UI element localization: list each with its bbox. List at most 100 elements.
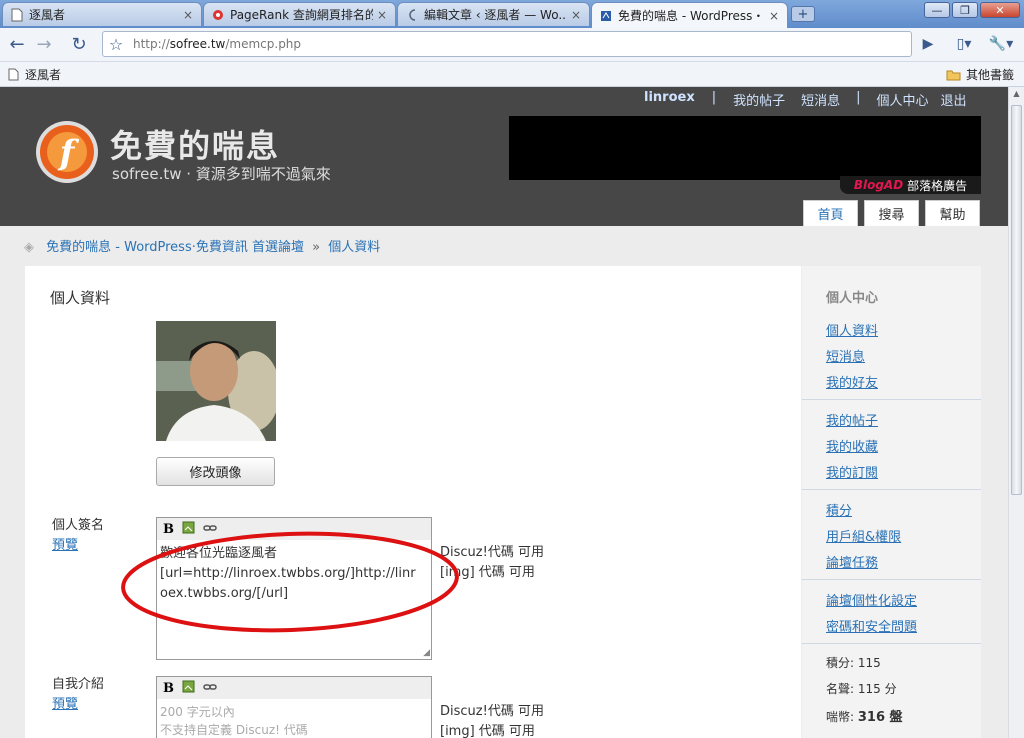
blogad-label[interactable]: BlogAD 部落格廣告 bbox=[840, 176, 981, 194]
sidebar-item-favorites[interactable]: 我的收藏 bbox=[826, 436, 878, 455]
intro-placeholder: 不支持自定義 Discuz! 代碼 bbox=[160, 723, 308, 737]
sidebar-title: 個人中心 bbox=[826, 291, 879, 306]
signature-preview-link[interactable]: 預覽 bbox=[52, 534, 78, 553]
ad-banner[interactable] bbox=[509, 116, 981, 180]
nav-separator: | bbox=[856, 90, 861, 105]
other-bookmarks[interactable]: 其他書籤 bbox=[946, 66, 1014, 83]
sidebar-item-security[interactable]: 密碼和安全問題 bbox=[826, 616, 917, 635]
link-icon[interactable] bbox=[203, 681, 217, 695]
stat-reputation: 名聲: 115 分 bbox=[826, 680, 897, 697]
logout-link[interactable]: 退出 bbox=[941, 90, 967, 109]
browser-tab-3[interactable]: 編輯文章 ‹ 逐風者 — Wo... × bbox=[397, 2, 590, 26]
address-bar[interactable]: http://sofree.tw/memcp.php bbox=[102, 31, 912, 57]
sidebar-divider bbox=[802, 489, 981, 490]
url-scheme: http:// bbox=[133, 37, 170, 51]
user-center-sidebar: 個人中心 個人資料 短消息 我的好友 我的帖子 我的收藏 我的訂閱 積分 用戶組… bbox=[802, 266, 981, 738]
intro-textarea[interactable]: 200 字元以內 不支持自定義 Discuz! 代碼 bbox=[157, 699, 431, 738]
browser-tab-4[interactable]: 免費的喘息 - WordPress・... × bbox=[591, 2, 788, 28]
red-highlight-ellipse bbox=[121, 531, 459, 633]
close-window-button[interactable]: ✕ bbox=[980, 2, 1020, 18]
page-icon bbox=[8, 68, 19, 81]
tab-title: 免費的喘息 - WordPress・... bbox=[618, 9, 765, 23]
intro-placeholder: 200 字元以內 bbox=[160, 705, 235, 719]
reload-icon[interactable]: ↻ bbox=[67, 32, 91, 56]
editor-toolbar: B bbox=[157, 677, 431, 699]
go-icon[interactable]: ▶ bbox=[916, 32, 940, 56]
maximize-button[interactable]: ❐ bbox=[952, 2, 978, 18]
tab-strip: 逐風者 × PageRank 查詢網頁排名的... × 編輯文章 ‹ 逐風者 —… bbox=[0, 0, 1024, 28]
stat-value: 115 bbox=[857, 656, 881, 670]
sidebar-item-tasks[interactable]: 論壇任務 bbox=[826, 552, 878, 571]
stat-label: 喘幣: bbox=[826, 710, 855, 724]
page-scrollbar[interactable]: ▲ bbox=[1008, 87, 1024, 738]
tab-close-icon[interactable]: × bbox=[769, 9, 779, 23]
scroll-up-icon[interactable]: ▲ bbox=[1011, 89, 1022, 100]
browser-toolbar: ← → ↻ http://sofree.tw/memcp.php ☆ ▶ ▯▾ … bbox=[0, 28, 1024, 62]
url-host: sofree.tw bbox=[169, 37, 226, 51]
sidebar-item-usergroup[interactable]: 用戶組&權限 bbox=[826, 526, 901, 545]
discuz-code-hint: Discuz!代碼 可用 bbox=[440, 704, 544, 719]
resize-handle-icon[interactable]: ◢ bbox=[423, 648, 430, 658]
intro-label: 自我介紹 bbox=[52, 677, 105, 692]
tab-close-icon[interactable]: × bbox=[183, 8, 193, 22]
browser-tab-2[interactable]: PageRank 查詢網頁排名的... × bbox=[203, 2, 396, 26]
messages-link[interactable]: 短消息 bbox=[801, 90, 840, 109]
sidebar-item-personalize[interactable]: 論壇個性化設定 bbox=[826, 590, 917, 609]
page-title: 個人資料 bbox=[50, 289, 111, 307]
stat-value: 316 盤 bbox=[857, 710, 903, 725]
loading-icon bbox=[409, 8, 416, 21]
tab-title: PageRank 查詢網頁排名的... bbox=[230, 8, 373, 22]
url-path: /memcp.php bbox=[225, 37, 302, 51]
sidebar-divider bbox=[802, 399, 981, 400]
intro-preview-link[interactable]: 預覽 bbox=[52, 693, 78, 712]
other-bookmarks-label: 其他書籤 bbox=[966, 68, 1015, 82]
nav-tab-search[interactable]: 搜尋 bbox=[864, 200, 919, 226]
profile-panel: 個人資料 修改頭像 個人簽名 預覽 B 歡迎各位光臨逐風者 [url=http:… bbox=[25, 266, 801, 738]
tab-close-icon[interactable]: × bbox=[571, 8, 581, 22]
username-link[interactable]: linroex bbox=[644, 90, 695, 109]
breadcrumb: ◈ 免費的喘息 - WordPress·免費資訊 首選論壇 » 個人資料 bbox=[24, 236, 380, 255]
stat-value: 115 分 bbox=[857, 682, 897, 696]
bookmark-star-icon[interactable]: ☆ bbox=[104, 32, 128, 56]
user-center-link[interactable]: 個人中心 bbox=[877, 90, 929, 109]
folder-icon bbox=[946, 70, 961, 80]
sidebar-item-subscriptions[interactable]: 我的訂閱 bbox=[826, 462, 878, 481]
img-code-hint: [img] 代碼 可用 bbox=[440, 724, 535, 738]
sidebar-item-my-posts[interactable]: 我的帖子 bbox=[826, 410, 878, 429]
tab-title: 編輯文章 ‹ 逐風者 — Wo... bbox=[424, 8, 567, 22]
minimize-button[interactable]: — bbox=[924, 2, 950, 18]
nav-tab-home[interactable]: 首頁 bbox=[803, 200, 858, 226]
back-icon[interactable]: ← bbox=[5, 32, 29, 56]
change-avatar-button[interactable]: 修改頭像 bbox=[156, 457, 275, 486]
sidebar-item-credits[interactable]: 積分 bbox=[826, 500, 852, 519]
site-logo-icon[interactable]: f bbox=[34, 119, 100, 185]
breadcrumb-home-link[interactable]: 免費的喘息 - WordPress·免費資訊 首選論壇 bbox=[46, 240, 304, 255]
site-favicon-icon bbox=[601, 10, 611, 21]
site-title: 免費的喘息 bbox=[110, 127, 281, 165]
my-posts-link[interactable]: 我的帖子 bbox=[733, 90, 785, 109]
scroll-thumb[interactable] bbox=[1011, 105, 1022, 495]
tab-title: 逐風者 bbox=[29, 8, 66, 22]
page-icon bbox=[11, 8, 23, 21]
sidebar-divider bbox=[802, 643, 981, 644]
nav-tab-help[interactable]: 幫助 bbox=[925, 200, 980, 226]
sidebar-item-profile[interactable]: 個人資料 bbox=[826, 320, 878, 339]
bookmark-label: 逐風者 bbox=[25, 68, 62, 82]
breadcrumb-current[interactable]: 個人資料 bbox=[328, 240, 380, 255]
signature-label: 個人簽名 bbox=[52, 518, 105, 533]
stat-label: 積分: bbox=[826, 656, 855, 670]
sidebar-divider bbox=[802, 579, 981, 580]
bookmarks-bar: 逐風者 其他書籤 bbox=[0, 62, 1024, 87]
sidebar-item-friends[interactable]: 我的好友 bbox=[826, 372, 878, 391]
new-tab-button[interactable]: + bbox=[791, 6, 815, 22]
browser-tab-1[interactable]: 逐風者 × bbox=[2, 2, 202, 26]
bold-icon[interactable]: B bbox=[163, 681, 174, 696]
bookmark-item[interactable]: 逐風者 bbox=[8, 66, 61, 83]
tab-close-icon[interactable]: × bbox=[377, 8, 387, 22]
forward-icon[interactable]: → bbox=[32, 32, 56, 56]
wrench-menu-icon[interactable]: 🔧▾ bbox=[986, 32, 1016, 56]
sidebar-item-messages[interactable]: 短消息 bbox=[826, 346, 865, 365]
image-icon[interactable] bbox=[182, 680, 195, 696]
intro-editor[interactable]: B 200 字元以內 不支持自定義 Discuz! 代碼 bbox=[156, 676, 432, 738]
page-menu-icon[interactable]: ▯▾ bbox=[950, 32, 978, 56]
